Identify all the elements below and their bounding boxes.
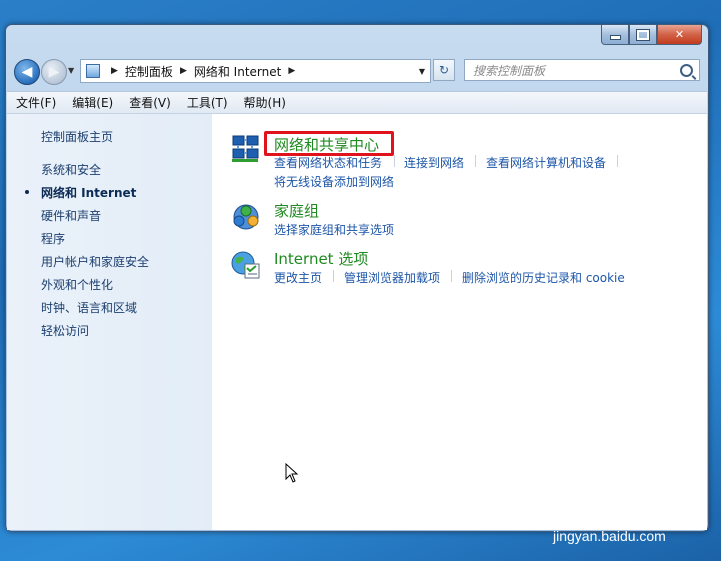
address-bar[interactable]: ▶ 控制面板 ▶ 网络和 Internet ▶ ▼ [80, 59, 431, 83]
menu-bar: 文件(F) 编辑(E) 查看(V) 工具(T) 帮助(H) [7, 91, 707, 114]
close-button[interactable]: ✕ [657, 25, 702, 45]
sidebar-item-hardware-sound[interactable]: 硬件和声音 [41, 207, 101, 224]
link-separator [333, 270, 334, 282]
close-icon: ✕ [674, 28, 685, 41]
breadcrumb-control-panel[interactable]: 控制面板 [125, 63, 173, 80]
breadcrumb-chevron-icon[interactable]: ▶ [180, 66, 187, 76]
search-placeholder: 搜索控制面板 [473, 63, 546, 78]
forward-button[interactable]: ▶ [41, 59, 67, 85]
refresh-button[interactable]: ↻ [433, 59, 455, 81]
search-icon[interactable] [680, 63, 693, 77]
forward-arrow-icon: ▶ [48, 64, 60, 80]
category-homegroup-title[interactable]: 家庭组 [274, 200, 319, 221]
sidebar-item-user-accounts[interactable]: 用户帐户和家庭安全 [41, 253, 149, 270]
link-separator [394, 155, 395, 167]
recent-pages-dropdown[interactable]: ▼ [68, 66, 74, 75]
search-input[interactable]: 搜索控制面板 [464, 59, 700, 81]
watermark-url: jingyan.baidu.com [553, 528, 666, 544]
control-panel-icon [86, 64, 100, 78]
breadcrumb-chevron-icon[interactable]: ▶ [111, 66, 118, 76]
network-sharing-icon[interactable] [230, 132, 262, 164]
refresh-icon: ↻ [438, 63, 450, 77]
category-internet-options-title[interactable]: Internet 选项 [274, 248, 368, 269]
back-arrow-icon: ◀ [21, 64, 33, 80]
current-item-bullet [25, 190, 29, 194]
task-change-homepage[interactable]: 更改主页 [274, 269, 322, 286]
task-connect-to-network[interactable]: 连接到网络 [404, 154, 464, 171]
menu-tools[interactable]: 工具(T) [178, 94, 235, 111]
maximize-button[interactable] [629, 25, 657, 45]
sidebar-item-clock-language[interactable]: 时钟、语言和区域 [41, 299, 137, 316]
sidebar-item-appearance[interactable]: 外观和个性化 [41, 276, 113, 293]
navigation-bar: ◀ ▶ ▼ ▶ 控制面板 ▶ 网络和 Internet ▶ ▼ ↻ 搜索控制面板 [14, 58, 700, 85]
menu-view[interactable]: 查看(V) [120, 94, 178, 111]
address-history-dropdown[interactable]: ▼ [414, 67, 430, 76]
caption-buttons: ✕ [601, 25, 702, 45]
back-button[interactable]: ◀ [14, 59, 40, 85]
maximize-icon [636, 28, 650, 41]
watermark-logo: Baidu 经验 [555, 493, 695, 523]
mouse-cursor-icon [285, 463, 299, 483]
menu-help[interactable]: 帮助(H) [235, 94, 293, 111]
link-separator [617, 155, 618, 167]
menu-edit[interactable]: 编辑(E) [63, 94, 120, 111]
minimize-icon [609, 35, 621, 40]
sidebar-item-programs[interactable]: 程序 [41, 230, 65, 247]
minimize-button[interactable] [601, 25, 629, 45]
internet-options-icon[interactable] [230, 249, 262, 281]
task-view-network-status[interactable]: 查看网络状态和任务 [274, 154, 382, 171]
sidebar-item-system-security[interactable]: 系统和安全 [41, 161, 101, 178]
task-homegroup-sharing-options[interactable]: 选择家庭组和共享选项 [274, 221, 394, 238]
task-delete-browsing-history[interactable]: 删除浏览的历史记录和 cookie [462, 269, 625, 286]
sidebar-home-link[interactable]: 控制面板主页 [41, 128, 113, 145]
breadcrumb-chevron-icon[interactable]: ▶ [288, 66, 295, 76]
link-separator [475, 155, 476, 167]
task-add-wireless-device[interactable]: 将无线设备添加到网络 [274, 173, 394, 190]
sidebar-item-ease-of-access[interactable]: 轻松访问 [41, 322, 89, 339]
sidebar-item-network-internet[interactable]: 网络和 Internet [41, 184, 136, 201]
task-manage-addons[interactable]: 管理浏览器加载项 [344, 269, 440, 286]
red-highlight-annotation [264, 131, 394, 156]
task-view-network-computers[interactable]: 查看网络计算机和设备 [486, 154, 606, 171]
menu-file[interactable]: 文件(F) [7, 94, 63, 111]
breadcrumb-network-internet[interactable]: 网络和 Internet [194, 63, 281, 80]
left-navigation-pane: 控制面板主页 系统和安全 网络和 Internet 硬件和声音 程序 用户帐户和… [7, 114, 212, 530]
link-separator [451, 270, 452, 282]
homegroup-icon[interactable] [230, 200, 262, 232]
